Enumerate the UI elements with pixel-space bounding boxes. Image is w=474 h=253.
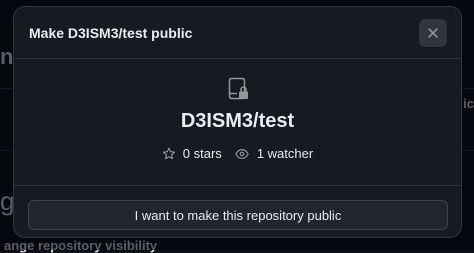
dialog-header: Make D3ISM3/test public (14, 7, 461, 59)
repository-stats: 0 stars 1 watcher (162, 146, 313, 161)
make-public-dialog: Make D3ISM3/test public D3ISM3/test 0 st… (13, 6, 462, 238)
star-icon (162, 147, 175, 159)
eye-icon (235, 148, 249, 159)
watchers-stat: 1 watcher (234, 146, 313, 161)
dialog-body: D3ISM3/test 0 stars 1 watcher (14, 59, 461, 186)
dialog-title: Make D3ISM3/test public (29, 24, 193, 41)
repository-name: D3ISM3/test (180, 110, 295, 132)
dialog-footer: I want to make this repository public (14, 186, 461, 230)
stars-count: 0 stars (182, 146, 222, 161)
close-button[interactable] (419, 18, 447, 47)
x-icon (428, 27, 438, 38)
stars-stat: 0 stars (162, 146, 222, 161)
repo-locked-icon (228, 77, 248, 100)
watchers-count: 1 watcher (256, 146, 314, 161)
confirm-make-public-button[interactable]: I want to make this repository public (28, 200, 448, 230)
